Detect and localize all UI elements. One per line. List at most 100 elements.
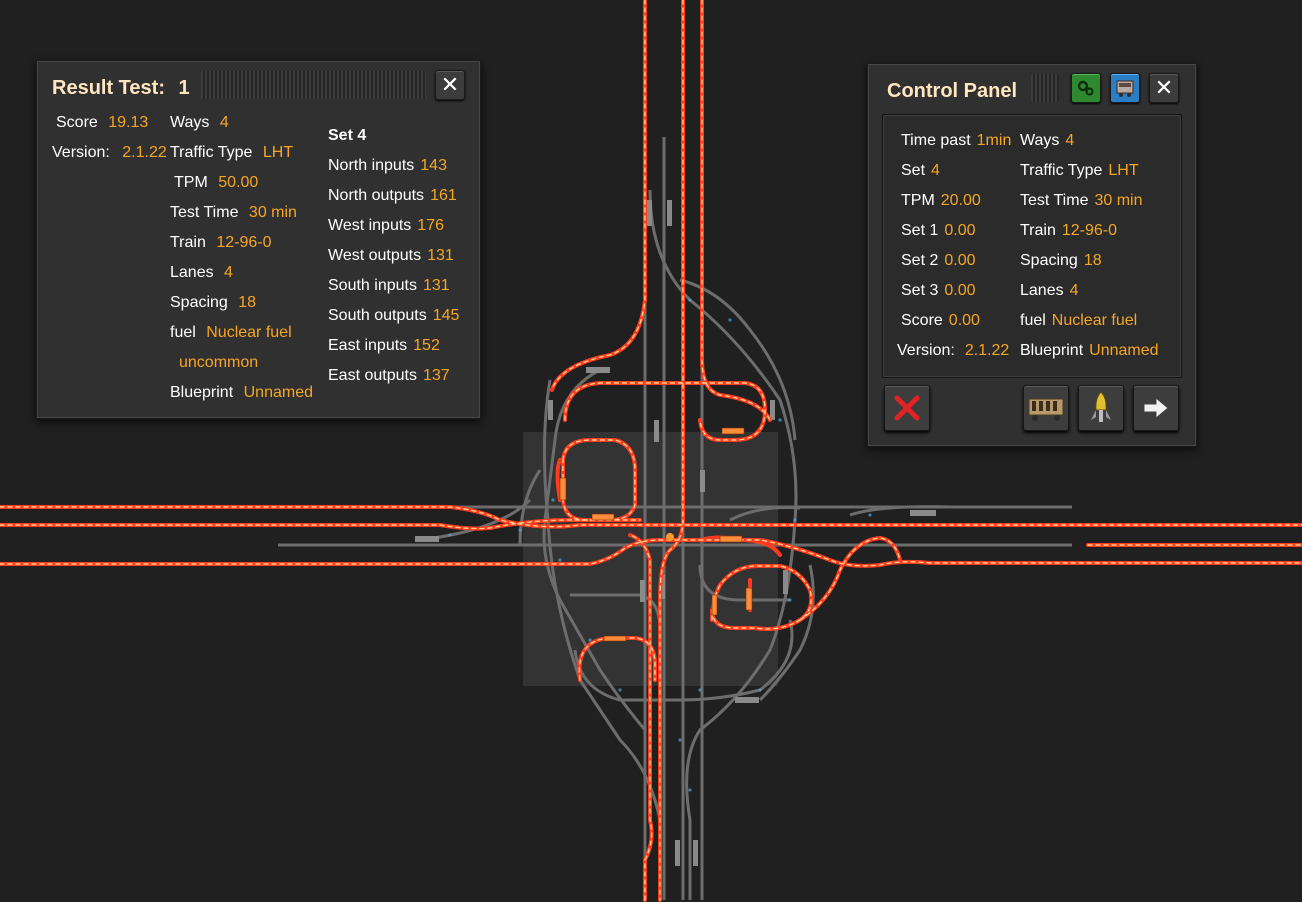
control-stat-label: Lanes <box>1020 282 1064 299</box>
stat-row: West outputs 131 <box>328 247 454 265</box>
fuel-quality-row: uncommon <box>173 354 258 372</box>
control-stat-label: Test Time <box>1020 192 1089 209</box>
blueprint-row: Blueprint Unnamed <box>170 384 313 402</box>
stat-label: West inputs <box>328 217 412 234</box>
control-stat-value: 0.00 <box>944 282 976 299</box>
control-stat-value: Nuclear fuel <box>1051 312 1138 329</box>
control-stat-label: Set <box>901 162 926 179</box>
control-stat-row: Train 12-96-0 <box>1020 222 1117 240</box>
control-stat-label: Version: <box>897 342 955 359</box>
locomotive-icon[interactable] <box>1110 73 1140 103</box>
control-stat-value: 2.1.22 <box>964 342 1010 359</box>
stat-value: 176 <box>417 217 444 234</box>
test-time-label: Test Time <box>170 204 239 221</box>
blueprint-label: Blueprint <box>170 384 234 401</box>
stat-row: West inputs 176 <box>328 217 444 235</box>
stat-label: North inputs <box>328 157 415 174</box>
drag-handle[interactable] <box>1031 74 1059 102</box>
control-stat-value: 0.00 <box>948 312 980 329</box>
cancel-icon <box>894 395 920 421</box>
train-wagons-button[interactable] <box>1023 385 1069 431</box>
control-stat-value: Unnamed <box>1089 342 1159 359</box>
control-stat-value: 4 <box>1069 282 1079 299</box>
control-stats-frame <box>882 114 1182 378</box>
control-stat-value: 4 <box>1065 132 1075 149</box>
stat-value: 131 <box>427 247 454 264</box>
control-stat-label: Blueprint <box>1020 342 1084 359</box>
lanes-label: Lanes <box>170 264 214 281</box>
version-label: Version: <box>52 144 110 161</box>
control-stat-value: LHT <box>1108 162 1139 179</box>
stat-label: East outputs <box>328 367 417 384</box>
control-stat-row: Time past 1min <box>901 132 1011 150</box>
control-stat-value: 30 min <box>1094 192 1143 209</box>
control-stat-value: 12-96-0 <box>1061 222 1118 239</box>
tpm-label: TPM <box>174 174 208 191</box>
control-stat-label: Set 3 <box>901 282 939 299</box>
spacing-value: 18 <box>238 294 257 311</box>
control-stat-value: 0.00 <box>944 222 976 239</box>
close-icon[interactable]: ✕ <box>1149 73 1179 103</box>
fuel-row: fuel Nuclear fuel <box>170 324 292 342</box>
result-panel-title: Result Test: 1 <box>52 77 190 99</box>
control-stat-row: Set 1 0.00 <box>901 222 976 240</box>
stat-row: North inputs 143 <box>328 157 447 175</box>
close-icon[interactable]: ✕ <box>435 70 465 100</box>
stat-value: 131 <box>422 277 450 294</box>
stat-value: 152 <box>413 337 440 354</box>
control-stat-label: Set 2 <box>901 252 939 269</box>
train-label: Train <box>170 234 206 251</box>
control-stat-value: 0.00 <box>944 252 976 269</box>
stat-value: 145 <box>432 307 460 324</box>
stat-label: South inputs <box>328 277 417 294</box>
traffic-type-row: Traffic Type LHT <box>170 144 293 162</box>
control-stat-label: Ways <box>1020 132 1060 149</box>
stat-value: 143 <box>420 157 447 174</box>
rocket-button[interactable] <box>1078 385 1124 431</box>
stat-label: North outputs <box>328 187 425 204</box>
control-stat-row: Ways 4 <box>1020 132 1074 150</box>
stat-row: South inputs 131 <box>328 277 450 295</box>
set-heading: Set 4 <box>328 127 367 144</box>
stat-label: West outputs <box>328 247 422 264</box>
traffic-type-value: LHT <box>262 144 294 161</box>
version-value: 2.1.22 <box>122 144 167 161</box>
control-stat-label: Score <box>901 312 943 329</box>
stat-value: 161 <box>430 187 457 204</box>
score-label: Score <box>56 114 98 131</box>
control-stat-row: fuel Nuclear fuel <box>1020 312 1137 330</box>
tpm-row: TPM 50.00 <box>174 174 258 192</box>
control-stat-row: Set 4 <box>901 162 940 180</box>
next-button[interactable] <box>1133 385 1179 431</box>
control-stat-label: Traffic Type <box>1020 162 1103 179</box>
control-stat-value: 4 <box>931 162 940 179</box>
traffic-type-label: Traffic Type <box>170 144 253 161</box>
next-arrow-icon <box>1143 396 1169 420</box>
lanes-value: 4 <box>224 264 233 281</box>
control-stat-row: Spacing 18 <box>1020 252 1102 270</box>
control-stat-row: Set 3 0.00 <box>901 282 976 300</box>
control-stat-row: Test Time 30 min <box>1020 192 1143 210</box>
cancel-button[interactable] <box>884 385 930 431</box>
control-stat-row: Version: 2.1.22 <box>897 342 1009 360</box>
control-stat-value: 18 <box>1083 252 1102 269</box>
drag-handle[interactable] <box>201 71 426 99</box>
result-test-panel: Result Test: 1 ✕ Score 19.13 Version: 2.… <box>36 60 481 419</box>
ways-value: 4 <box>219 114 229 131</box>
control-panel: Control Panel ✕ Time past 1min Set 4 TPM 20.0… <box>867 63 1197 447</box>
gears-icon[interactable] <box>1071 73 1101 103</box>
control-stat-label: fuel <box>1020 312 1046 329</box>
control-stat-value: 20.00 <box>940 192 981 209</box>
train-value: 12-96-0 <box>216 234 272 251</box>
blueprint-value: Unnamed <box>243 384 313 401</box>
control-stat-row: Traffic Type LHT <box>1020 162 1139 180</box>
fuel-value: Nuclear fuel <box>206 324 292 341</box>
stat-row: East inputs 152 <box>328 337 440 355</box>
stat-label: South outputs <box>328 307 427 324</box>
control-stat-row: Blueprint Unnamed <box>1020 342 1159 360</box>
stat-row: South outputs 145 <box>328 307 459 325</box>
train-row: Train 12-96-0 <box>170 234 271 252</box>
ways-row: Ways 4 <box>170 114 229 132</box>
control-stat-label: Train <box>1020 222 1056 239</box>
test-time-value: 30 min <box>248 204 297 221</box>
